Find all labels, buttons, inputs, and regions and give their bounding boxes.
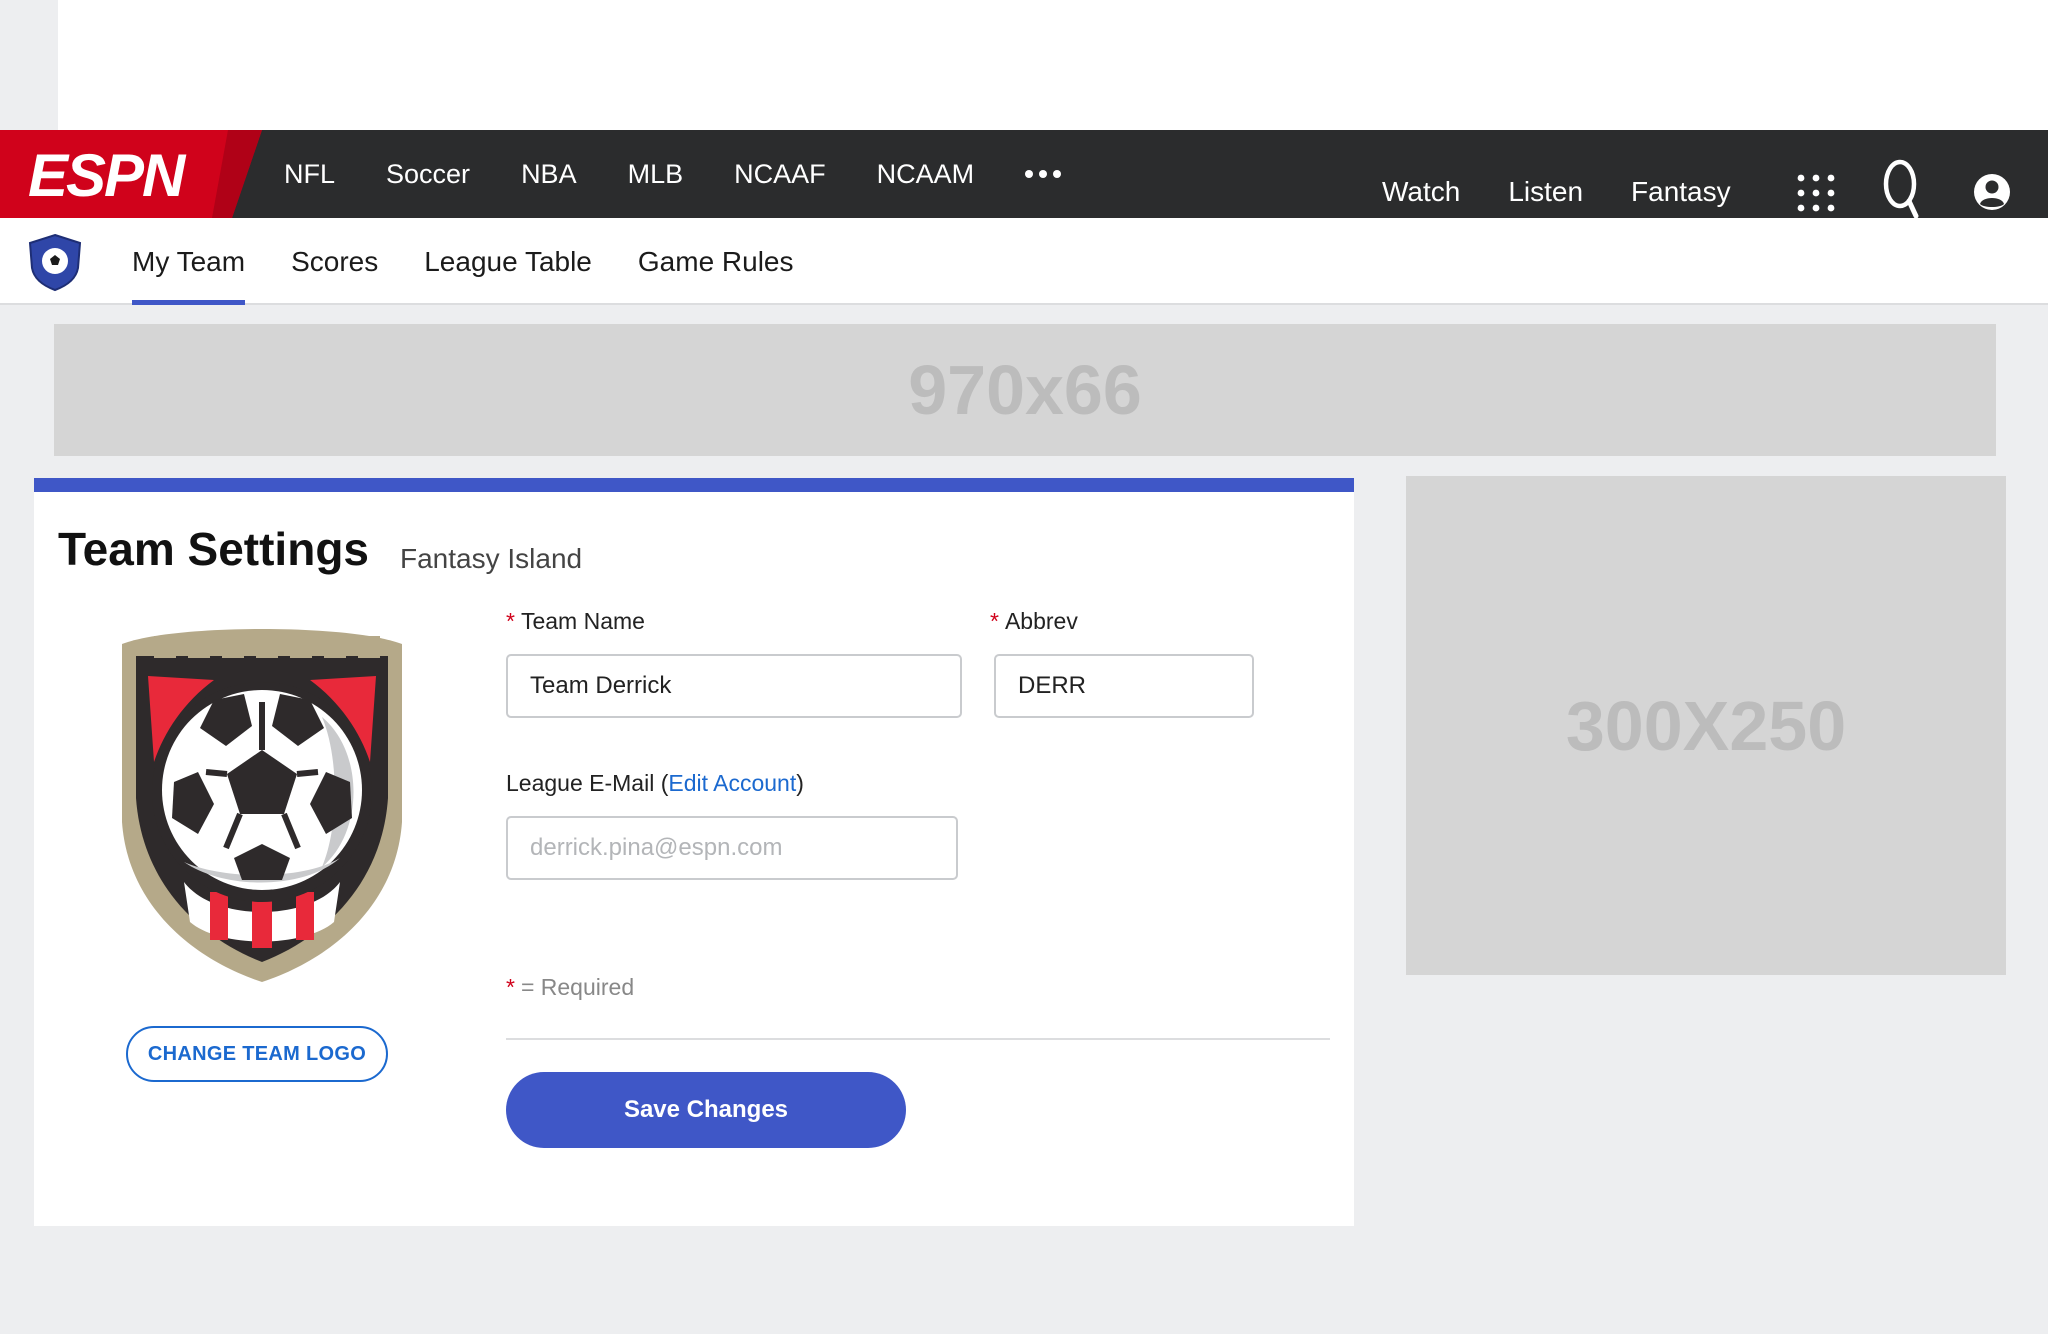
team-settings-card: Team Settings Fantasy Island CHANGE TEAM… xyxy=(34,478,1354,1226)
team-name-label-text: Team Name xyxy=(520,608,645,634)
email-label-text: League E-Mail ( xyxy=(506,770,669,796)
email-label-close: ) xyxy=(796,770,804,796)
search-icon[interactable] xyxy=(1882,158,1922,218)
abbrev-label-text: Abbrev xyxy=(1004,608,1078,634)
more-dots-icon[interactable] xyxy=(1025,164,1062,184)
required-note: * = Required xyxy=(506,974,634,1001)
team-logo-image xyxy=(122,629,402,982)
save-changes-button[interactable]: Save Changes xyxy=(506,1072,906,1148)
abbrev-label: * Abbrev xyxy=(990,608,1078,635)
nav-link-nba[interactable]: NBA xyxy=(521,159,577,190)
change-team-logo-button[interactable]: CHANGE TEAM LOGO xyxy=(126,1026,388,1082)
ad-banner-side[interactable]: 300X250 xyxy=(1406,476,2006,975)
primary-links: NFL Soccer NBA MLB NCAAF NCAAM xyxy=(284,130,1062,218)
secondary-links: Watch Listen Fantasy xyxy=(1382,130,1779,218)
required-note-text: = Required xyxy=(520,974,635,1000)
nav-link-nfl[interactable]: NFL xyxy=(284,159,335,190)
tab-my-team[interactable]: My Team xyxy=(132,218,246,305)
nav-link-ncaaf[interactable]: NCAAF xyxy=(734,159,826,190)
team-name-input[interactable] xyxy=(506,654,962,718)
tab-league-table[interactable]: League Table xyxy=(424,218,592,305)
page-title: Team Settings xyxy=(58,523,369,575)
profile-icon[interactable] xyxy=(1973,173,2011,211)
league-name: Fantasy Island xyxy=(400,543,583,574)
tab-scores[interactable]: Scores xyxy=(291,218,378,305)
edit-account-link[interactable]: Edit Account xyxy=(668,770,796,796)
nav-link-watch[interactable]: Watch xyxy=(1382,176,1460,208)
nav-link-soccer[interactable]: Soccer xyxy=(386,159,470,190)
league-badge-icon[interactable] xyxy=(24,232,86,292)
required-asterisk: * xyxy=(990,608,999,634)
nav-link-fantasy[interactable]: Fantasy xyxy=(1631,176,1731,208)
tab-game-rules[interactable]: Game Rules xyxy=(638,218,794,305)
apps-grid-icon[interactable] xyxy=(1796,173,1836,213)
nav-link-listen[interactable]: Listen xyxy=(1508,176,1583,208)
required-asterisk: * xyxy=(506,608,515,634)
team-name-label: * Team Name xyxy=(506,608,645,635)
nav-link-ncaam[interactable]: NCAAM xyxy=(877,159,975,190)
ad-banner-top[interactable]: 970x66 xyxy=(54,324,1996,456)
ad-size-label: 970x66 xyxy=(908,351,1142,429)
subnav-tabs: My Team Scores League Table Game Rules xyxy=(132,218,840,305)
espn-logo[interactable]: ESPN xyxy=(0,130,262,218)
ad-size-label: 300X250 xyxy=(1565,686,1847,765)
league-subnav: My Team Scores League Table Game Rules xyxy=(0,218,2048,305)
nav-link-mlb[interactable]: MLB xyxy=(628,159,684,190)
svg-text:ESPN: ESPN xyxy=(28,142,187,209)
email-label: League E-Mail (Edit Account) xyxy=(506,770,804,797)
top-blank-area xyxy=(58,0,2048,130)
email-field[interactable] xyxy=(506,816,958,880)
divider xyxy=(506,1038,1330,1040)
abbrev-input[interactable] xyxy=(994,654,1254,718)
primary-nav: ESPN NFL Soccer NBA MLB NCAAF NCAAM Watc… xyxy=(0,130,2048,218)
required-asterisk: * xyxy=(506,974,515,1000)
